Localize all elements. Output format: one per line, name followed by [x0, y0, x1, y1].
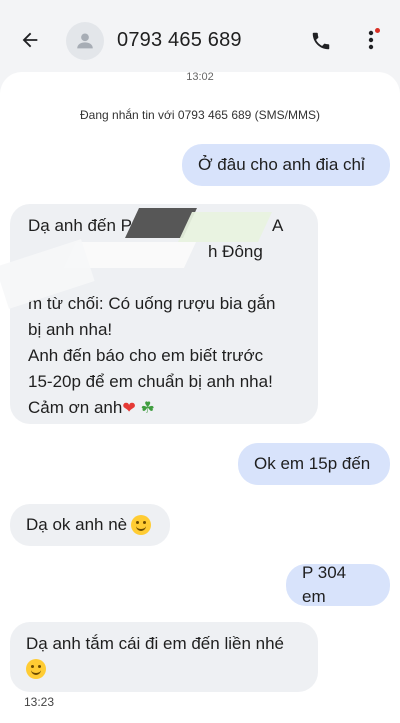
message-text-line: 15-20p để em chuẩn bị anh nha! — [28, 372, 273, 391]
message-text: Dạ ok anh nè — [26, 515, 128, 534]
notification-dot — [375, 28, 380, 33]
message-text: Ok em 15p đến — [254, 454, 371, 473]
message-text-line: bị anh nha! — [28, 320, 113, 339]
timestamp-bottom: 13:23 — [24, 695, 55, 709]
redaction-mark — [178, 212, 272, 242]
message-incoming[interactable]: Dạ anh đến P A h Đông m từ chối: Có uống… — [0, 204, 318, 424]
message-outgoing[interactable]: P 304 em — [286, 563, 390, 606]
heart-emoji-icon: ❤ — [122, 400, 136, 417]
sms-info-label: Đang nhắn tin với 0793 465 689 (SMS/MMS) — [80, 108, 320, 122]
message-text-line: A — [272, 216, 284, 235]
conversation-thread[interactable]: 13:02 Đang nhắn tin với 0793 465 689 (SM… — [0, 72, 400, 723]
contact-title[interactable]: 0793 465 689 — [117, 29, 242, 52]
message-text-line: Dạ anh đến P — [28, 216, 132, 235]
message-text-line: m từ chối: Có uống rượu bia gắn — [28, 294, 276, 313]
smile-emoji-icon — [26, 659, 46, 679]
phone-icon — [312, 32, 330, 50]
message-outgoing[interactable]: Ok em 15p đến — [238, 443, 390, 485]
arrow-left-icon — [22, 32, 38, 48]
timestamp-top: 13:02 — [186, 72, 214, 80]
app-bar: 0793 465 689 — [0, 0, 400, 80]
clover-emoji-icon: ☘ — [140, 400, 155, 417]
more-options-button[interactable] — [360, 26, 382, 54]
message-outgoing[interactable]: Ở đâu cho anh đia chỉ — [182, 144, 390, 186]
message-text: P 304 em — [302, 563, 347, 606]
call-button[interactable] — [308, 28, 334, 54]
more-vert-icon — [368, 30, 374, 50]
message-text: Dạ anh tắm cái đi em đến liền nhé — [26, 634, 284, 653]
message-text-line: Anh đến báo cho em biết trước — [28, 346, 264, 365]
back-button[interactable] — [16, 26, 44, 54]
message-text: Cảm ơn anh — [28, 398, 123, 417]
avatar[interactable] — [66, 22, 104, 60]
message-text: Ở đâu cho anh đia chỉ — [198, 155, 365, 174]
message-text-line: Cảm ơn anh❤ ☘ — [28, 396, 155, 421]
smile-emoji-icon — [131, 515, 152, 535]
message-incoming[interactable]: Dạ ok anh nè — [10, 504, 170, 546]
message-text-line: h Đông — [208, 242, 263, 261]
person-icon — [77, 33, 93, 49]
message-incoming[interactable]: Dạ anh tắm cái đi em đến liền nhé — [10, 622, 318, 692]
